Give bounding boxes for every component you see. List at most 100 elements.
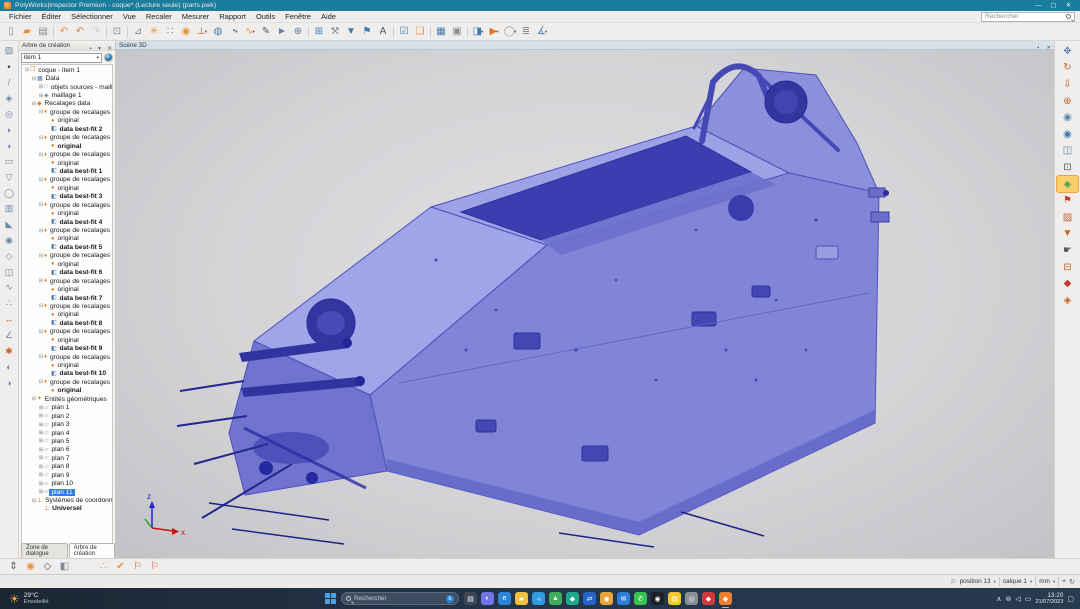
tree-node[interactable]: ●original (22, 184, 112, 192)
split-slider-icon[interactable]: ⇕ (5, 560, 22, 574)
probe-icon[interactable]: ◉ (178, 24, 194, 39)
create-sphere-icon[interactable]: ◉ (1, 233, 17, 249)
text-annotation-icon[interactable]: A (375, 24, 391, 39)
volume-icon[interactable]: ◁ (1015, 595, 1020, 603)
mail-icon[interactable]: ✉ (617, 592, 630, 605)
hand-pick-icon[interactable]: ☛ (1057, 242, 1078, 259)
create-arc-icon[interactable]: ◗ (1, 122, 17, 138)
battery-icon[interactable]: ▭ (1025, 595, 1032, 603)
tree-node[interactable]: ⊥Universel (22, 505, 112, 513)
menu-item-rapport[interactable]: Rapport (214, 12, 251, 21)
create-box-icon[interactable]: ◫ (1, 264, 17, 280)
weather-widget[interactable]: ☀ 29°C Ensoleillé (0, 592, 49, 605)
tree-node[interactable]: ◧data best-fit 10 (22, 370, 112, 378)
menu-item-recaler[interactable]: Recaler (141, 12, 177, 21)
tree-node[interactable]: ⊟◆Recalages data (22, 100, 112, 108)
tree-node[interactable]: ◧data best-fit 8 (22, 319, 112, 327)
chrome-icon[interactable]: ◉ (600, 592, 613, 605)
funnel-icon[interactable]: ▼ (343, 24, 359, 39)
tag-icon[interactable]: ❑ (412, 24, 428, 39)
scan-icon[interactable]: ◔▾ (226, 24, 242, 39)
dots-group-icon[interactable]: ∴ (95, 560, 112, 574)
tree-node[interactable]: ●original (22, 260, 112, 268)
car-chassis-model[interactable] (177, 66, 889, 547)
whatsapp-icon[interactable]: ✆ (634, 592, 647, 605)
compare-parts-icon[interactable]: ◈ (1057, 292, 1078, 309)
minimize-button[interactable]: — (1031, 0, 1046, 11)
tree-node[interactable]: ◧data best-fit 9 (22, 344, 112, 352)
github-icon[interactable]: ◉ (651, 592, 664, 605)
screen-capture-icon[interactable]: ⊡ (1057, 159, 1078, 176)
tree-node[interactable]: ●original (22, 387, 112, 395)
tree-node[interactable]: ⊞▱plan 6 (22, 446, 112, 454)
comb-icon[interactable]: ∿▾ (242, 24, 258, 39)
close-button[interactable]: ✕ (1061, 0, 1076, 11)
tree-node[interactable]: ◧data best-fit 7 (22, 294, 112, 302)
tree-node[interactable]: ⊞▱plan 8 (22, 463, 112, 471)
tree-node[interactable]: ●original (22, 336, 112, 344)
gauge-probe-icon[interactable]: ✱ (1, 343, 17, 359)
snapshot-camera-icon[interactable]: ▣ (449, 24, 465, 39)
menu-item-vue[interactable]: Vue (118, 12, 141, 21)
dot-check-icon[interactable]: ✔ (112, 560, 129, 574)
menu-item-mesurer[interactable]: Mesurer (177, 12, 215, 21)
panel-tab-arbredecreation[interactable]: Arbre de création (69, 543, 115, 558)
taskbar-search[interactable]: Rechercher b (341, 592, 459, 605)
flag-outline-icon[interactable]: ⚐ (129, 560, 146, 574)
undo-icon[interactable]: ↶ (56, 24, 72, 39)
tree-node[interactable]: ⊞▱plan 3 (22, 420, 112, 428)
undo-view-icon[interactable]: ↶ (72, 24, 88, 39)
tree-node[interactable]: ⊞◈maillage 1 (22, 91, 112, 99)
vscode-icon[interactable]: ◃ (532, 592, 545, 605)
tree-node[interactable]: ⊞▱plan 4 (22, 429, 112, 437)
create-cylinder-icon[interactable]: ▥ (1, 201, 17, 217)
tree-node[interactable]: ⊟♦groupe de recalages 3 (22, 150, 112, 158)
tree-node[interactable]: ⊟♦groupe de recalages 8 (22, 277, 112, 285)
polyworks-orange-icon[interactable]: ◆ (719, 592, 732, 605)
record-icon[interactable]: ◯▾ (502, 24, 518, 39)
menu-item-selectionner[interactable]: Sélectionner (66, 12, 118, 21)
create-cone-icon[interactable]: ◣ (1, 217, 17, 233)
layer-selector[interactable]: calque 1 (1003, 578, 1027, 585)
fit-view-icon[interactable]: ⇩ (1057, 76, 1078, 93)
zoom-area-icon[interactable]: ⊕ (290, 24, 306, 39)
tree-node[interactable]: ●original (22, 361, 112, 369)
edge-icon[interactable]: e (498, 592, 511, 605)
tree-node[interactable]: ⊟♦groupe de recalages 12 (22, 378, 112, 386)
tree-node[interactable]: ⊞∷objets sources - maillage 1 (22, 83, 112, 91)
sticky-notes-icon[interactable]: ▤ (668, 592, 681, 605)
maximize-button[interactable]: ▢ (1046, 0, 1061, 11)
image-export-icon[interactable]: ◨▾ (470, 24, 486, 39)
create-slot-icon[interactable]: ◖ (1, 138, 17, 154)
zoom-wheel-icon[interactable]: ◉ (1057, 109, 1078, 126)
units-selector[interactable]: mm (1039, 578, 1050, 585)
list-badge-icon[interactable]: ≣ (518, 24, 534, 39)
create-disk-icon[interactable]: ◎ (1, 106, 17, 122)
tree-node[interactable]: ●original (22, 209, 112, 217)
pan-objects-icon[interactable]: ✥ (1057, 43, 1078, 60)
create-mesh-icon[interactable]: ◈ (1, 90, 17, 106)
caliper-icon[interactable]: ↔ (1, 312, 17, 328)
create-grid-icon[interactable]: ◇ (1, 248, 17, 264)
tree-node[interactable]: ◧data best-fit 4 (22, 218, 112, 226)
iso-cube-icon[interactable]: ◫ (1057, 143, 1078, 160)
tree-node[interactable]: ⊞▱plan 10 (22, 479, 112, 487)
search-input[interactable]: Rechercher (981, 12, 1075, 22)
tree-node[interactable]: ⊟♦groupe de recalages 4 (22, 176, 112, 184)
tree-node[interactable]: ⊟♦groupe de recalages 9 (22, 302, 112, 310)
tree-node[interactable]: ⊞▱plan 5 (22, 437, 112, 445)
pen-icon[interactable]: ✎ (258, 24, 274, 39)
create-cloud-icon[interactable]: ∴ (1, 296, 17, 312)
menu-item-editer[interactable]: Éditer (37, 12, 67, 21)
tree-node[interactable]: ◧data best-fit 2 (22, 125, 112, 133)
import-data-icon[interactable]: ⊿ (130, 24, 146, 39)
teal-app-icon[interactable]: ◆ (566, 592, 579, 605)
menu-item-aide[interactable]: Aide (316, 12, 341, 21)
alignment-star-icon[interactable]: ✳ (146, 24, 162, 39)
build-tool-icon[interactable]: ⚒ (327, 24, 343, 39)
tree-node[interactable]: ⊟♦groupe de recalages 5 (22, 201, 112, 209)
tree-node[interactable]: ●original (22, 285, 112, 293)
snap-target-icon[interactable]: ⌖ (1062, 578, 1066, 586)
flag-outline2-icon[interactable]: ⚐ (146, 560, 163, 574)
tree-node[interactable]: ●original (22, 311, 112, 319)
